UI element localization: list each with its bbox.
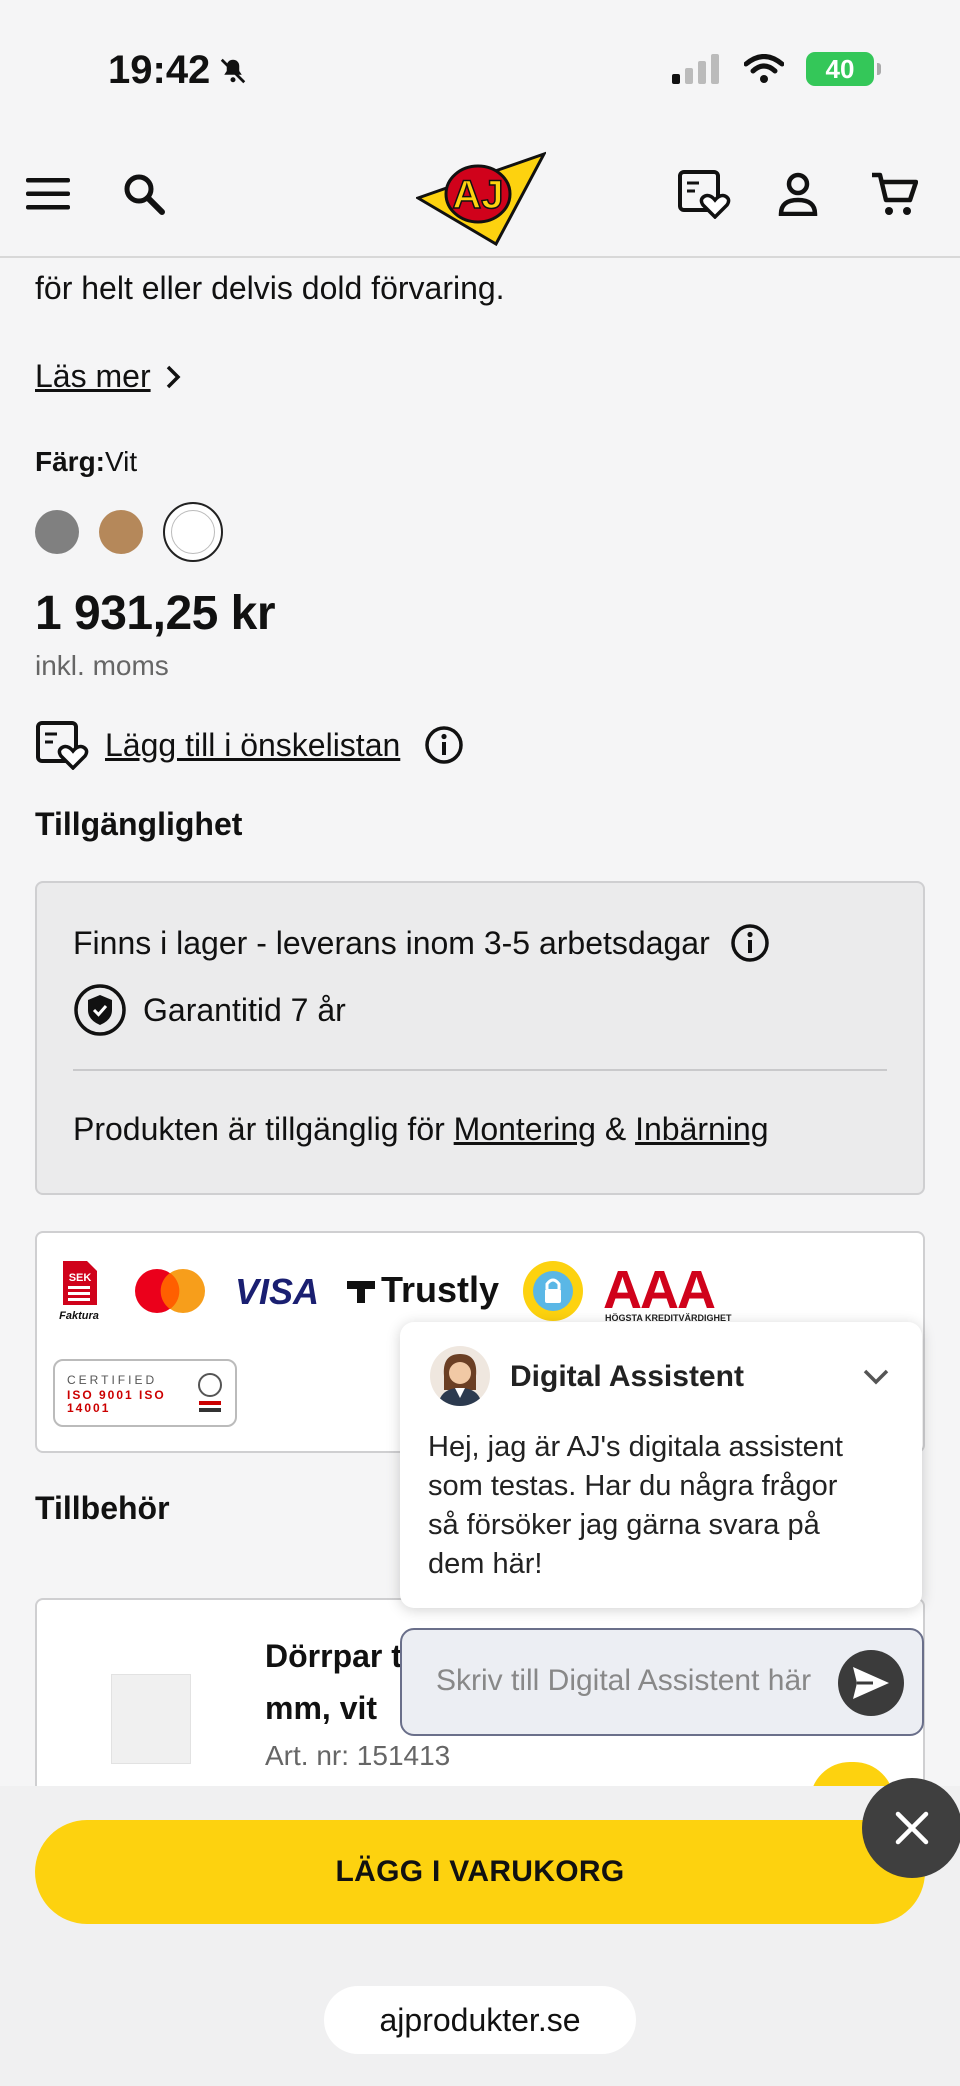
color-swatches (35, 502, 223, 562)
aj-logo[interactable]: AJ (414, 146, 548, 247)
faktura-logo: SEK Faktura (55, 1259, 103, 1323)
bell-muted-icon (221, 58, 246, 83)
divider (73, 1069, 887, 1071)
browser-url-bar[interactable]: ajprodukter.se (324, 1986, 636, 2054)
wishlist-icon (36, 721, 89, 770)
close-chat-button[interactable] (862, 1778, 960, 1878)
svg-text:Faktura: Faktura (59, 1310, 99, 1322)
status-indicators: 40 (672, 52, 881, 86)
trustly-mark-icon (347, 1281, 375, 1303)
add-to-wishlist[interactable]: Lägg till i önskelistan (35, 720, 464, 770)
shield-check-icon (74, 984, 126, 1036)
swatch-grey[interactable] (35, 510, 79, 554)
product-description: för helt eller delvis dold förvaring. (35, 270, 505, 306)
color-label: Färg:Vit (35, 446, 138, 477)
services-info: Produkten är tillgänglig för Montering &… (73, 1111, 769, 1147)
read-more-link[interactable]: Läs mer (35, 358, 181, 395)
search-icon[interactable] (116, 166, 172, 222)
product-price: 1 931,25 kr (35, 587, 276, 640)
inbarning-link[interactable]: Inbärning (635, 1111, 768, 1147)
send-icon (853, 1667, 889, 1699)
iso-certificate-badge: CERTIFIED ISO 9001 ISO 14001 (53, 1359, 237, 1427)
swatch-white[interactable] (163, 502, 223, 562)
menu-icon[interactable] (20, 166, 76, 222)
aaa-rating-logo: AAA (603, 1260, 716, 1320)
wifi-icon (744, 54, 784, 83)
accessory-image (111, 1674, 191, 1764)
chat-message: Hej, jag är AJ's digitala assistent som … (428, 1431, 843, 1580)
signal-icon (672, 54, 719, 84)
chevron-right-icon (166, 365, 181, 388)
svg-text:SEK: SEK (69, 1272, 92, 1284)
accessory-article-number: Art. nr: 151413 (265, 1740, 451, 1771)
trygg-ehandel-badge (521, 1259, 585, 1323)
chat-assistant-panel: Digital Assistent Hej, jag är AJ's digit… (400, 1322, 922, 1608)
availability-box: Finns i lager - leverans inom 3-5 arbets… (35, 881, 925, 1195)
wishlist-icon[interactable] (676, 166, 732, 222)
bureau-veritas-icon (198, 1373, 222, 1412)
send-button[interactable] (838, 1650, 904, 1716)
info-icon[interactable] (730, 923, 770, 963)
montering-link[interactable]: Montering (454, 1111, 596, 1147)
visa-logo: VISA (235, 1271, 320, 1312)
chat-input-placeholder: Skriv till Digital Assistent här (436, 1664, 812, 1697)
swatch-oak[interactable] (99, 510, 143, 554)
info-icon[interactable] (424, 725, 464, 765)
add-to-cart-button[interactable]: LÄGG I VARUKORG (35, 1820, 925, 1924)
accessory-name: Dörrpar t mm, vit (265, 1638, 402, 1726)
warranty-info: Garantitid 7 år (73, 983, 346, 1037)
account-icon[interactable] (770, 166, 826, 222)
status-time: 19:42 (108, 48, 248, 93)
chat-input-field[interactable]: Skriv till Digital Assistent här (400, 1628, 924, 1736)
chat-title: Digital Assistent (510, 1360, 744, 1393)
vat-note: inkl. moms (35, 650, 169, 681)
mastercard-logo (133, 1267, 207, 1315)
battery-indicator: 40 (806, 52, 881, 86)
cart-icon[interactable] (866, 166, 922, 222)
accessories-title: Tillbehör (35, 1490, 170, 1526)
status-bar: 19:42 40 (0, 0, 960, 130)
chevron-down-icon[interactable] (860, 1360, 892, 1392)
assistant-avatar (430, 1346, 490, 1406)
site-header: AJ (0, 130, 960, 258)
stock-status: Finns i lager - leverans inom 3-5 arbets… (73, 923, 770, 963)
trustly-logo: Trustly (345, 1269, 499, 1311)
availability-title: Tillgänglighet (35, 806, 243, 842)
close-icon (895, 1811, 929, 1845)
svg-text:AJ: AJ (452, 173, 503, 217)
